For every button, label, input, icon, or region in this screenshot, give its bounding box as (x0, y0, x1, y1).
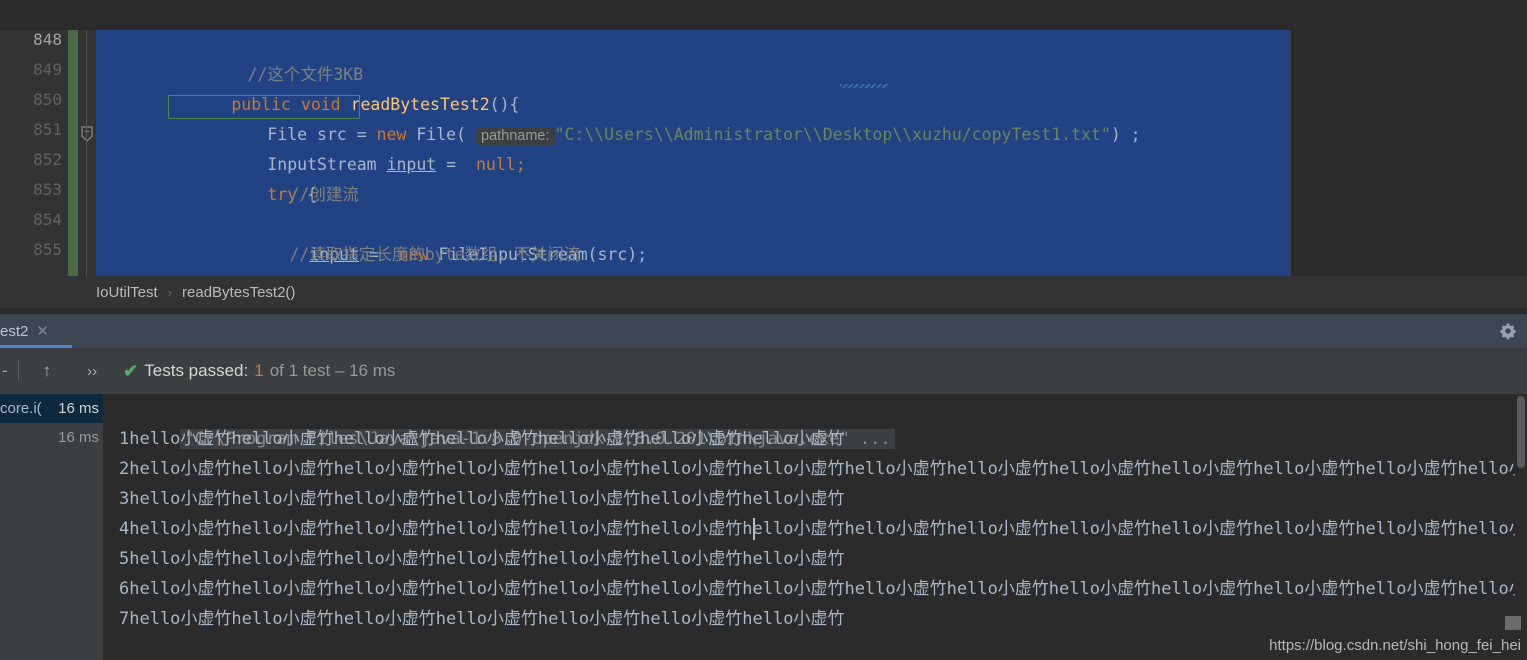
editor-right-margin (1290, 0, 1527, 276)
line-number: 851 (33, 120, 62, 139)
code-editor[interactable]: 847 848 849 850 851 852 853 854 855 (0, 0, 1527, 276)
test-duration: 16 ms (58, 429, 99, 446)
watermark-url: https://blog.csdn.net/shi_hong_fei_hei (1269, 637, 1521, 654)
console-line: 5hello小虚竹hello小虚竹hello小虚竹hello小虚竹hello小虚… (119, 549, 845, 569)
line-number: 853 (33, 180, 62, 199)
tests-passed-count: 1 (254, 361, 264, 380)
code-line-847: public void readBytesTest2(){ (0, 0, 1296, 114)
fold-region-icon[interactable] (81, 126, 93, 142)
toolbar-divider (17, 361, 19, 381)
line-number: 849 (33, 60, 62, 79)
spellcheck-squiggle (840, 84, 888, 88)
line-number: 850 (33, 90, 62, 109)
line-number: 852 (33, 150, 62, 169)
code-line-849: File src = new File( pathname: "C:\\Users… (96, 60, 1296, 145)
tests-passed-check-icon: ✔ (123, 360, 139, 381)
code-line-850: InputStream input = null; (96, 90, 1296, 174)
console-line: 4hello小虚竹hello小虚竹hello小虚竹hello小虚竹hello小虚… (119, 519, 1527, 539)
test-tree-row[interactable]: core.i( 16 ms (0, 394, 103, 423)
console-line: 3hello小虚竹hello小虚竹hello小虚竹hello小虚竹hello小虚… (119, 489, 845, 509)
console-command-line: "C:\Program Files\Java\java-1.8.0-openjd… (119, 394, 895, 449)
breadcrumb[interactable]: IoUtilTest › readBytesTest2() (0, 276, 1527, 308)
collapse-all-icon[interactable]: - (2, 361, 8, 381)
breadcrumb-class[interactable]: IoUtilTest (96, 284, 158, 301)
vcs-change-marker[interactable] (68, 0, 78, 276)
console-output[interactable]: "C:\Program Files\Java\java-1.8.0-openjd… (103, 394, 1527, 660)
test-results-tree[interactable]: core.i( 16 ms 16 ms (0, 394, 103, 660)
code-line-854: //读取指定长度的byte数组，不关闭流 (96, 210, 1296, 264)
close-icon[interactable]: ✕ (36, 322, 49, 340)
console-line: 2hello小虚竹hello小虚竹hello小虚竹hello小虚竹hello小虚… (119, 459, 1527, 479)
breadcrumb-method[interactable]: readBytesTest2() (182, 284, 295, 301)
chevron-right-icon: › (167, 284, 173, 300)
gear-icon[interactable] (1499, 322, 1517, 340)
tests-passed-label: Tests passed: (144, 361, 249, 380)
console-line: 7hello小虚竹hello小虚竹hello小虚竹hello小虚竹hello小虚… (119, 609, 845, 629)
editor-gutter[interactable]: 847 848 849 850 851 852 853 854 855 (0, 0, 68, 276)
test-tree-row[interactable]: 16 ms (0, 423, 103, 452)
fold-vertical-line (86, 0, 87, 276)
line-number: 854 (33, 210, 62, 229)
tab-label: est2 (0, 322, 29, 340)
idea-window: 847 848 849 850 851 852 853 854 855 (0, 0, 1527, 660)
code-line-853: input = new FileInputStream(src); (96, 180, 1296, 264)
test-tree-node-label: core.i( (0, 400, 42, 417)
scroll-up-icon[interactable]: ↑ (43, 361, 52, 381)
code-line-852: //创建流 (96, 150, 1296, 204)
code-folding-column[interactable] (78, 0, 96, 276)
code-line-855: final byte[] bytes = IoUtil.readBytes(in… (96, 240, 1296, 270)
toolwindow-tab-bar[interactable]: est2 ✕ (0, 314, 1527, 348)
test-run-toolbar[interactable]: - ↑ ›› ✔ Tests passed: 1 of 1 test – 16 … (0, 348, 1527, 394)
editor-text-area[interactable]: public void readBytesTest2(){ //这个文件3KB … (0, 0, 1296, 276)
code-line-851: try { (96, 120, 1296, 204)
text-caret (753, 518, 755, 540)
scrollbar-thumb[interactable] (1517, 396, 1525, 468)
line-number: 848 (33, 30, 62, 49)
code-line-848: //这个文件3KB (96, 30, 1296, 84)
test-duration: 16 ms (58, 400, 99, 417)
tests-passed-detail: of 1 test – 16 ms (269, 361, 396, 380)
expand-more-icon[interactable]: ›› (87, 363, 97, 380)
watermark-box (1505, 616, 1521, 630)
console-line: 6hello小虚竹hello小虚竹hello小虚竹hello小虚竹hello小虚… (119, 579, 1527, 599)
line-number: 855 (33, 240, 62, 259)
console-line: 1hello小虚竹hello小虚竹hello小虚竹hello小虚竹hello小虚… (119, 429, 845, 449)
tab-test-run[interactable]: est2 ✕ (0, 314, 72, 348)
